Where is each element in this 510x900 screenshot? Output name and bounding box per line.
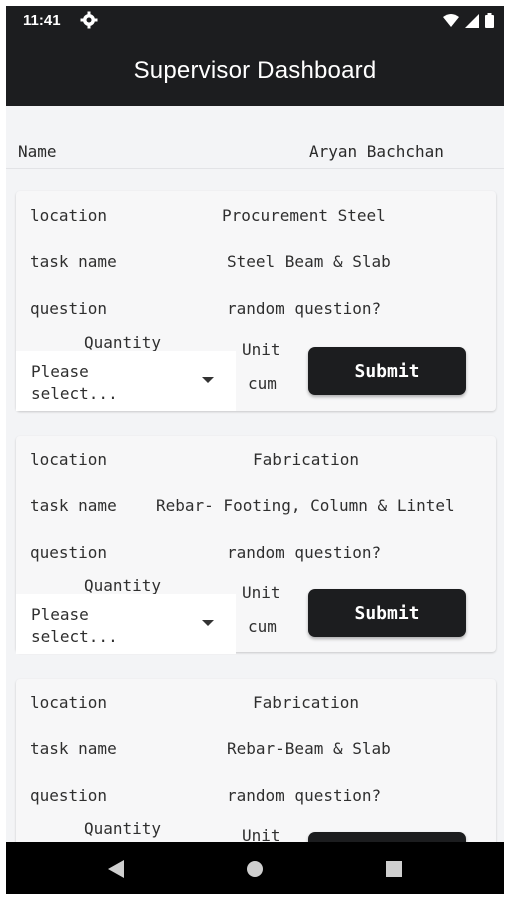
submit-button[interactable]: Submit <box>308 589 466 637</box>
location-value: Fabrication <box>253 450 359 469</box>
quantity-label: Quantity <box>84 333 162 352</box>
quantity-label: Quantity <box>84 576 162 595</box>
task-card: location Procurement Steel task name Ste… <box>16 191 496 411</box>
location-label: location <box>30 206 108 225</box>
question-label: question <box>30 299 108 318</box>
wifi-icon <box>443 13 459 27</box>
location-label: location <box>30 693 108 712</box>
question-label: question <box>30 543 108 562</box>
unit-label: Unit <box>242 340 281 359</box>
quantity-label: Quantity <box>84 819 162 838</box>
name-row: Name Aryan Bachchan <box>6 136 504 166</box>
phone-screen: 11:41 Supervisor Dashboard Name Aryan Ba… <box>6 6 504 894</box>
divider <box>6 168 504 169</box>
unit-label: Unit <box>242 826 281 842</box>
question-value: random question? <box>227 543 382 562</box>
location-label: location <box>30 450 108 469</box>
unit-value: cum <box>248 617 277 636</box>
dashboard-content[interactable]: Name Aryan Bachchan location Procurement… <box>6 106 504 842</box>
question-label: question <box>30 786 108 805</box>
submit-button[interactable]: Submit <box>308 347 466 395</box>
task-name-value: Rebar- Footing, Column & Lintel <box>156 496 455 515</box>
select-placeholder: Please select... <box>31 362 118 403</box>
location-value: Procurement Steel <box>222 206 386 225</box>
battery-icon <box>485 13 494 28</box>
question-value: random question? <box>227 299 382 318</box>
name-value: Aryan Bachchan <box>309 142 444 161</box>
page-title: Supervisor Dashboard <box>133 57 377 84</box>
status-time: 11:41 <box>23 12 61 29</box>
task-name-value: Steel Beam & Slab <box>227 252 391 271</box>
chevron-down-icon <box>202 377 214 383</box>
unit-label: Unit <box>242 583 281 602</box>
unit-value: cum <box>248 374 277 393</box>
name-label: Name <box>18 142 57 161</box>
quantity-select[interactable]: Please select... <box>16 594 236 654</box>
status-bar: 11:41 <box>6 6 504 36</box>
nav-home-icon[interactable] <box>247 861 263 877</box>
nav-recent-icon[interactable] <box>386 861 402 877</box>
signal-icon <box>465 13 479 28</box>
submit-button[interactable] <box>308 832 466 842</box>
task-card: location Fabrication task name Rebar-Bea… <box>16 679 496 842</box>
system-icons <box>443 13 494 28</box>
app-bar: Supervisor Dashboard <box>6 36 504 106</box>
nav-back-icon[interactable] <box>108 860 124 878</box>
quantity-select[interactable]: Please select... <box>16 351 236 411</box>
gear-icon <box>80 11 98 34</box>
chevron-down-icon <box>202 620 214 626</box>
task-name-label: task name <box>30 739 117 758</box>
task-name-label: task name <box>30 252 117 271</box>
task-card: location Fabrication task name Rebar- Fo… <box>16 436 496 654</box>
task-name-value: Rebar-Beam & Slab <box>227 739 391 758</box>
question-value: random question? <box>227 786 382 805</box>
select-placeholder: Please select... <box>31 605 118 646</box>
task-name-label: task name <box>30 496 117 515</box>
navigation-bar <box>6 842 504 894</box>
location-value: Fabrication <box>253 693 359 712</box>
